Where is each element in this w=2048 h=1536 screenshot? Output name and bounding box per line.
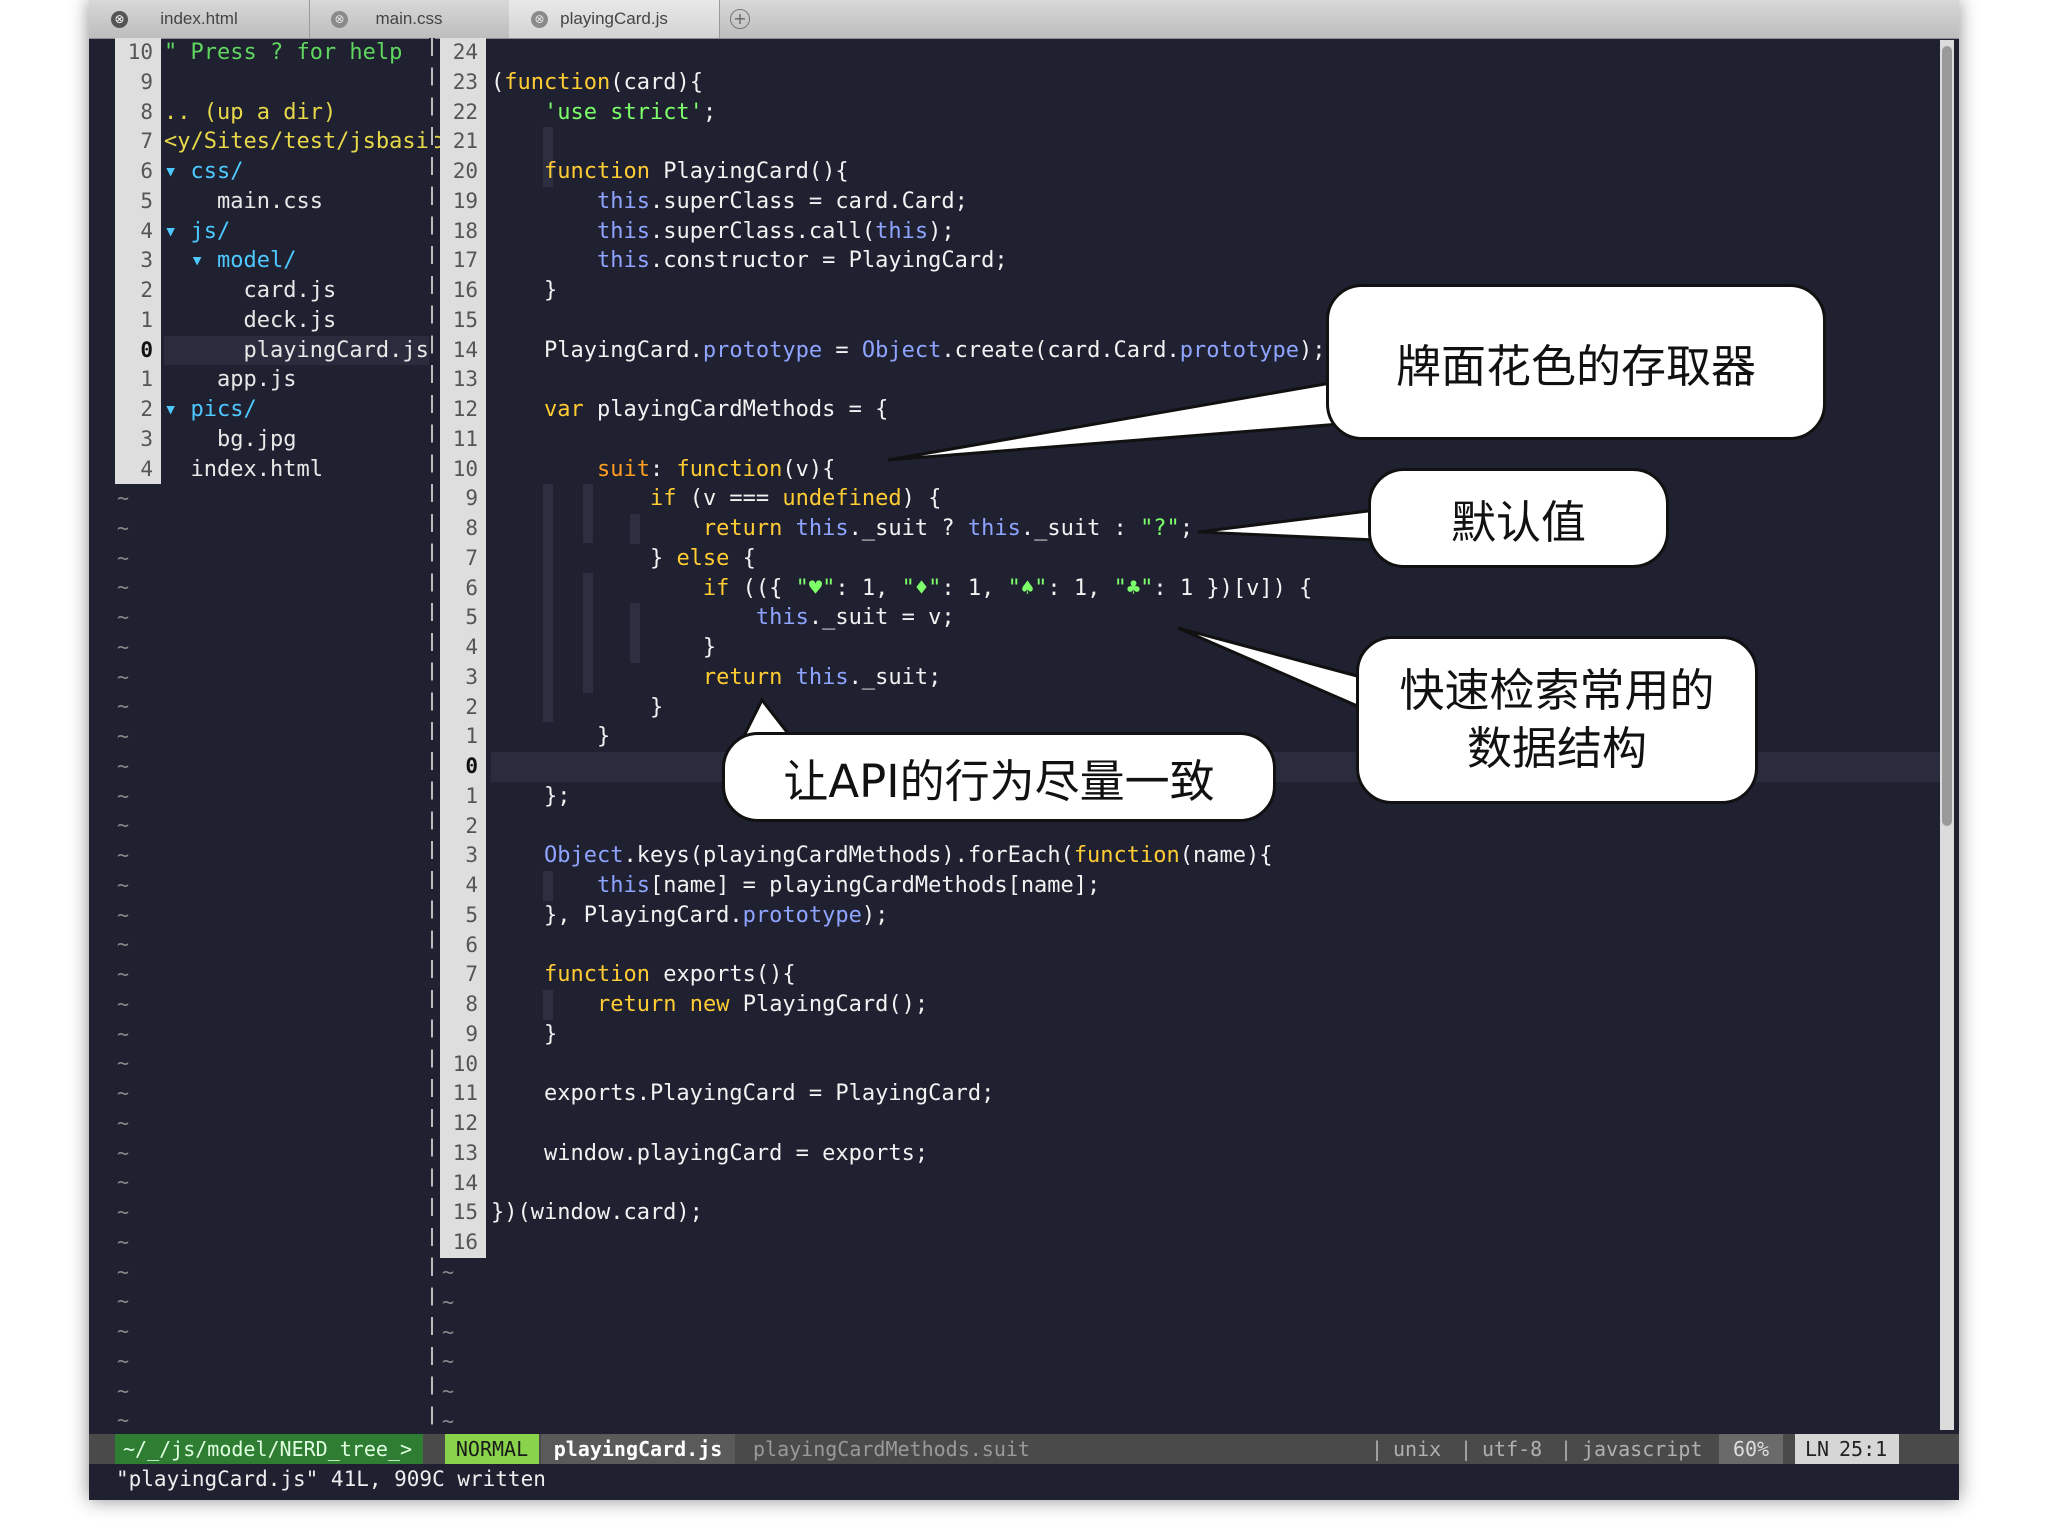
callout-lookup-line2: 数据结构 (1466, 722, 1647, 775)
pointer-accessor (887, 378, 1350, 462)
pointer-lookup (1177, 626, 1374, 711)
callout-lookup-line1: 快速检索常用的 (1399, 664, 1715, 717)
callout-accessor: 牌面花色的存取器 (1326, 284, 1826, 440)
callout-api-consistency: 让API的行为尽量一致 (722, 732, 1276, 822)
callout-default-value: 默认值 (1368, 468, 1669, 568)
callout-lookup: 快速检索常用的 数据结构 (1356, 636, 1758, 804)
pointer-default-value (1197, 508, 1378, 542)
